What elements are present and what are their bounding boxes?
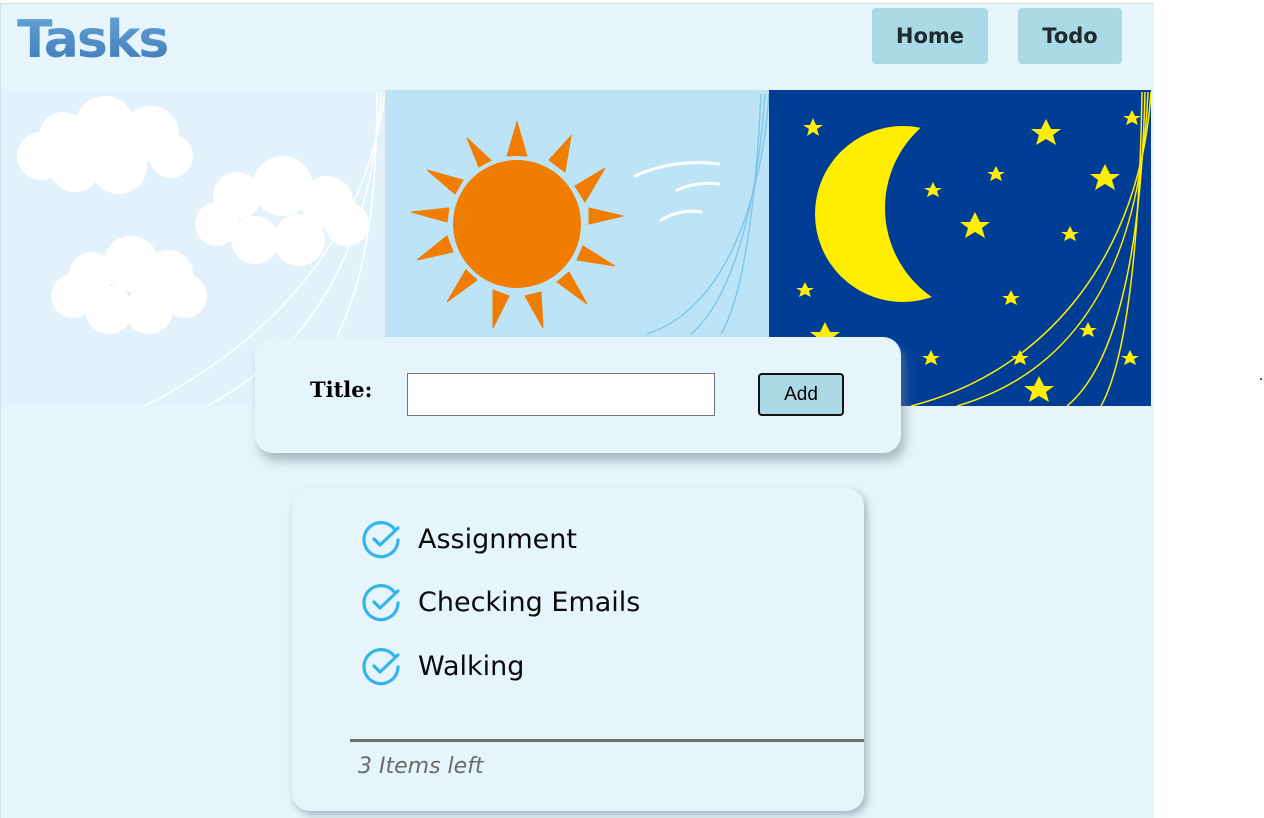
list-item[interactable]: Checking Emails — [362, 583, 640, 623]
nav-todo-button[interactable]: Todo — [1018, 8, 1122, 64]
check-circle-icon[interactable] — [362, 583, 402, 623]
check-circle-icon[interactable] — [362, 647, 402, 687]
list-item[interactable]: Walking — [362, 647, 524, 687]
task-text: Checking Emails — [418, 587, 641, 618]
task-text: Walking — [418, 651, 525, 682]
task-text: Assignment — [418, 524, 577, 555]
add-task-form: Title: Add — [255, 337, 901, 453]
task-list-card: Assignment Checking Emails Walking 3 Ite… — [292, 488, 864, 811]
app-container: Tasks Home Todo Title: Add Assignment Ch… — [0, 3, 1154, 818]
stray-pixel — [1260, 378, 1262, 380]
check-circle-icon[interactable] — [362, 520, 402, 560]
list-item[interactable]: Assignment — [362, 520, 577, 560]
add-button[interactable]: Add — [758, 373, 844, 416]
list-divider — [350, 739, 864, 742]
nav-home-button[interactable]: Home — [872, 8, 988, 64]
app-logo: Tasks — [17, 6, 169, 74]
title-label: Title: — [310, 377, 373, 402]
title-input[interactable] — [407, 373, 715, 416]
items-left-count: 3 Items left — [358, 754, 484, 779]
